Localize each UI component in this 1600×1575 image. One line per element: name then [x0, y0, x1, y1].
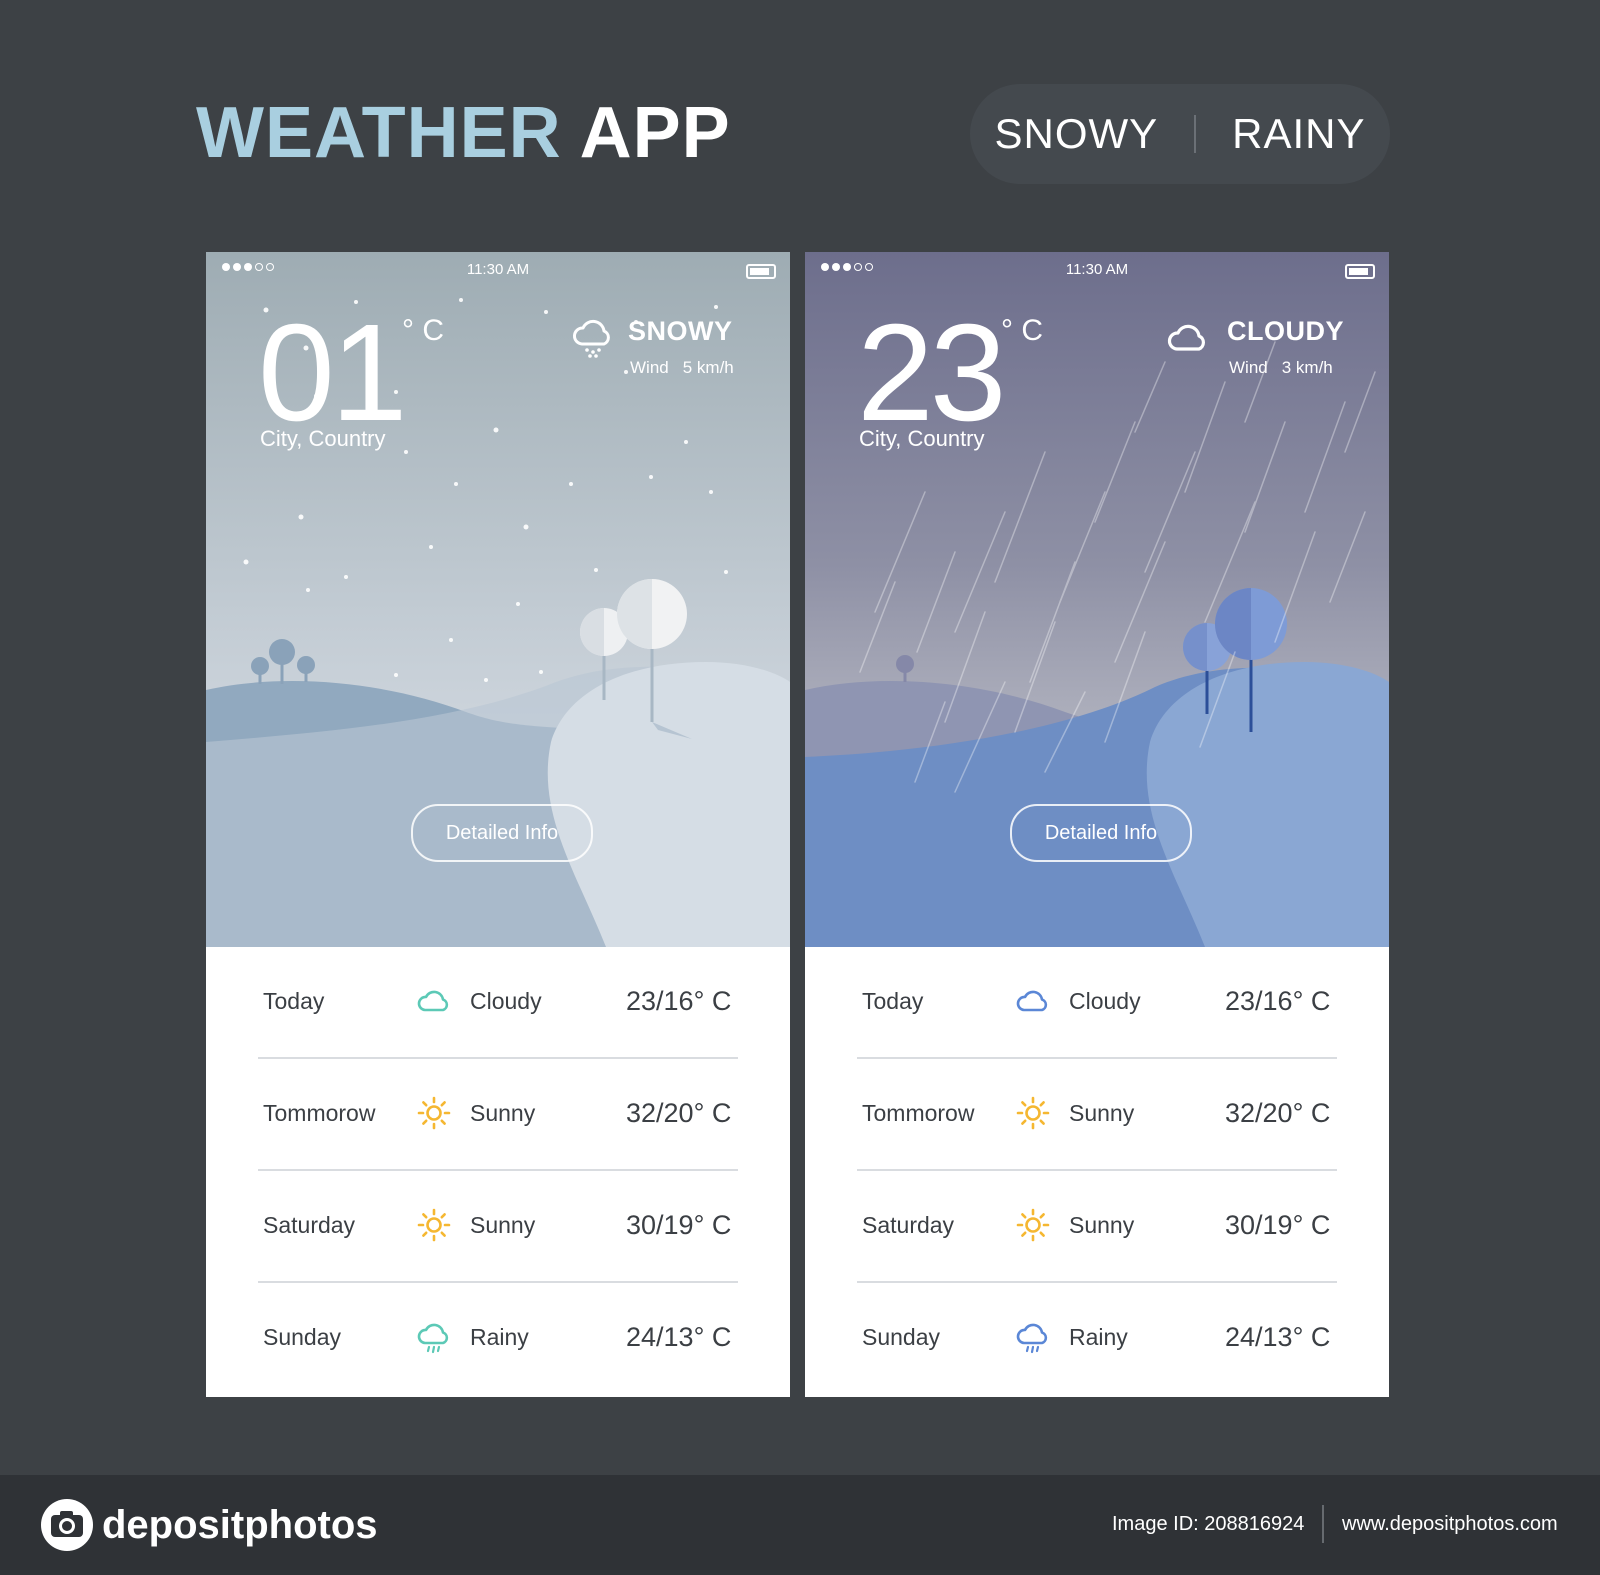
status-bar: 11:30 AM: [206, 252, 790, 288]
forecast-day: Today: [862, 988, 924, 1014]
wind-info: Wind 5 km/h: [630, 358, 734, 378]
battery-icon: [746, 264, 776, 279]
forecast-range: 32/20° C: [1225, 1098, 1331, 1128]
forecast-day: Today: [263, 988, 325, 1014]
cloud-icon: [1167, 324, 1205, 351]
footer-bar: depositphotos Image ID: 208816924 www.de…: [0, 1475, 1600, 1575]
forecast-condition: Rainy: [470, 1324, 529, 1350]
wind-value: 5 km/h: [682, 358, 734, 377]
forecast-condition: Sunny: [470, 1100, 536, 1126]
sun-icon: [1016, 1096, 1050, 1130]
app-title-weather: WEATHER: [196, 93, 562, 173]
forecast-range: 30/19° C: [1225, 1210, 1331, 1240]
sun-icon: [417, 1096, 451, 1130]
app-title: WEATHER APP: [196, 92, 731, 174]
mode-option-rainy[interactable]: RAINY: [1232, 110, 1365, 158]
phone-snowy: 11:30 AM 01 ° C City, Country SNOWY Wind…: [206, 252, 790, 1397]
wind-value: 3 km/h: [1281, 358, 1333, 377]
forecast-condition: Cloudy: [1069, 988, 1141, 1014]
forecast-day: Saturday: [862, 1212, 955, 1238]
sun-icon: [1016, 1208, 1050, 1242]
depositphotos-logo[interactable]: depositphotos: [40, 1498, 378, 1552]
app-title-app: APP: [579, 93, 731, 173]
detailed-info-button[interactable]: Detailed Info: [1010, 804, 1192, 862]
status-time: 11:30 AM: [1065, 261, 1129, 278]
current-temperature: 23: [857, 296, 1006, 450]
image-id: Image ID: 208816924: [1112, 1513, 1305, 1535]
forecast-range: 24/13° C: [626, 1322, 732, 1352]
cloud-icon: [1016, 990, 1048, 1012]
phone-rainy: 11:30 AM 23 ° C City, Country CLOUDY Win…: [805, 252, 1389, 1397]
mode-switch: SNOWY RAINY: [970, 84, 1390, 184]
forecast-row[interactable]: Saturday Sunny 30/19° C: [258, 1171, 738, 1283]
location-label: City, Country: [260, 426, 386, 451]
cloud-rain-icon: [417, 1323, 449, 1354]
wind-label: Wind: [630, 358, 669, 377]
battery-icon: [1345, 264, 1375, 279]
forecast-range: 32/20° C: [626, 1098, 732, 1128]
logo-text: depositphotos: [102, 1502, 378, 1547]
wind-info: Wind 3 km/h: [1229, 358, 1333, 378]
condition-label: SNOWY: [628, 316, 733, 346]
forecast-row[interactable]: Sunday Rainy 24/13° C: [857, 1283, 1337, 1395]
forecast-condition: Sunny: [1069, 1212, 1135, 1238]
forecast-row[interactable]: Saturday Sunny 30/19° C: [857, 1171, 1337, 1283]
forecast-day: Tommorow: [862, 1100, 975, 1126]
forecast-condition: Sunny: [1069, 1100, 1135, 1126]
status-time: 11:30 AM: [466, 261, 530, 278]
detailed-info-button[interactable]: Detailed Info: [411, 804, 593, 862]
cloud-icon: [417, 990, 449, 1012]
forecast-row[interactable]: Today Cloudy 23/16° C: [258, 947, 738, 1059]
mode-option-snowy[interactable]: SNOWY: [994, 110, 1158, 158]
hero-snowy: 11:30 AM 01 ° C City, Country SNOWY Wind…: [206, 252, 790, 947]
forecast-range: 24/13° C: [1225, 1322, 1331, 1352]
forecast-list: Today Cloudy 23/16° C Tommorow Sunny 32/…: [206, 947, 790, 1397]
condition-label: CLOUDY: [1227, 316, 1344, 346]
location-label: City, Country: [859, 426, 985, 451]
forecast-condition: Rainy: [1069, 1324, 1128, 1350]
site-link[interactable]: www.depositphotos.com: [1342, 1513, 1558, 1536]
degree-unit: ° C: [402, 314, 444, 347]
forecast-row[interactable]: Today Cloudy 23/16° C: [857, 947, 1337, 1059]
hero-rainy: 11:30 AM 23 ° C City, Country CLOUDY Win…: [805, 252, 1389, 947]
forecast-day: Saturday: [263, 1212, 356, 1238]
forecast-row[interactable]: Sunday Rainy 24/13° C: [258, 1283, 738, 1395]
forecast-list: Today Cloudy 23/16° C Tommorow Sunny 32/…: [805, 947, 1389, 1397]
forecast-day: Sunday: [862, 1324, 941, 1350]
forecast-condition: Cloudy: [470, 988, 542, 1014]
wind-label: Wind: [1229, 358, 1268, 377]
forecast-day: Tommorow: [263, 1100, 376, 1126]
status-bar: 11:30 AM: [805, 252, 1389, 288]
camera-logo-icon: [41, 1499, 93, 1551]
forecast-range: 23/16° C: [1225, 986, 1331, 1016]
forecast-range: 30/19° C: [626, 1210, 732, 1240]
forecast-range: 23/16° C: [626, 986, 732, 1016]
sun-icon: [417, 1208, 451, 1242]
cloud-rain-icon: [1016, 1323, 1048, 1354]
current-temperature: 01: [258, 296, 407, 450]
forecast-day: Sunday: [263, 1324, 342, 1350]
cloud-snow-icon: [573, 319, 610, 358]
forecast-row[interactable]: Tommorow Sunny 32/20° C: [857, 1059, 1337, 1171]
degree-unit: ° C: [1001, 314, 1043, 347]
mode-separator: [1194, 115, 1197, 153]
forecast-row[interactable]: Tommorow Sunny 32/20° C: [258, 1059, 738, 1171]
forecast-condition: Sunny: [470, 1212, 536, 1238]
footer-separator: [1322, 1505, 1324, 1543]
